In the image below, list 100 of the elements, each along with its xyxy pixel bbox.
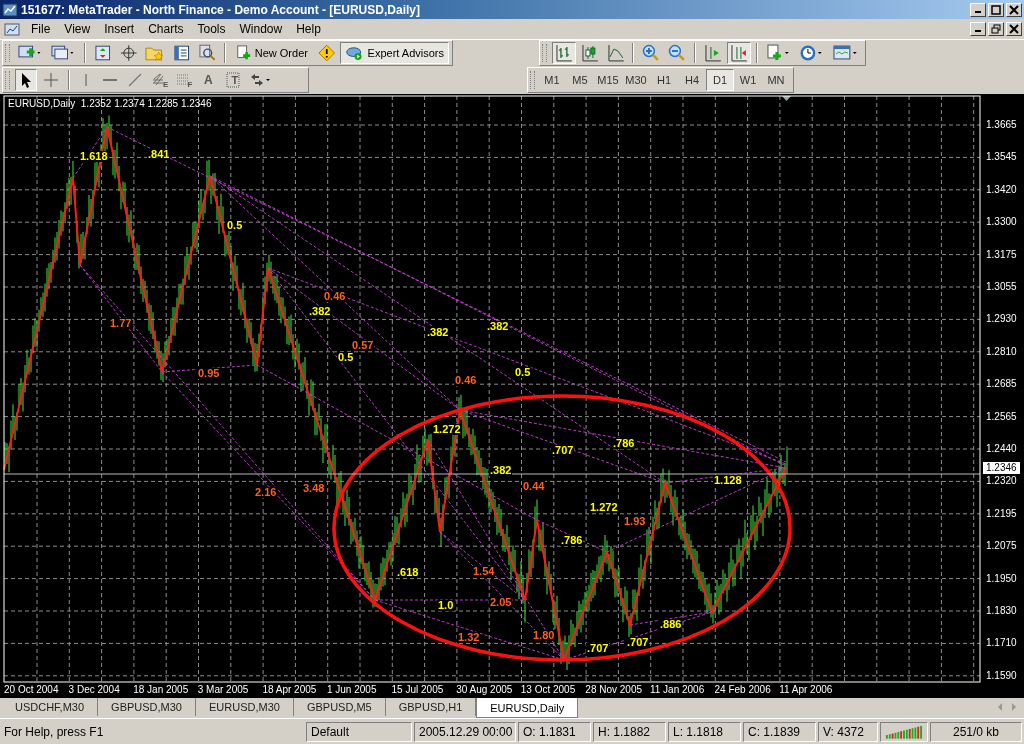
chart-tab[interactable]: EURUSD,Daily [476, 698, 579, 718]
price-axis-label: 1.2075 [986, 539, 1017, 554]
restore-button[interactable] [988, 22, 1004, 36]
status-close: C: 1.1839 [743, 722, 816, 742]
minimize-icon [975, 30, 981, 32]
status-high: H: 1.1882 [593, 722, 666, 742]
chart-tab[interactable]: USDCHF,M30 [2, 698, 99, 716]
ratio-label: 0.5 [514, 367, 532, 378]
ratio-label: 0.5 [337, 352, 355, 363]
restore-icon [991, 24, 1001, 34]
ratio-label: 0.46 [454, 375, 478, 386]
date-axis-label: 13 Oct 2005 [520, 683, 577, 697]
document-plus-icon [235, 44, 252, 62]
fibo-e-tool-button[interactable]: E [149, 69, 172, 91]
ratio-label: .841 [147, 149, 171, 160]
date-axis-label: 15 Jul 2005 [391, 683, 445, 697]
menu-item[interactable]: Help [289, 22, 328, 36]
window-title: 151677: MetaTrader - North Finance - Demo Account - [EURUSD,Daily] [21, 2, 420, 17]
period-button[interactable]: H1 [650, 69, 678, 91]
ratio-label: 2.05 [489, 597, 513, 608]
chart-tab[interactable]: EURUSD,M30 [196, 698, 294, 716]
price-axis-label: 1.2320 [986, 474, 1017, 489]
period-button[interactable]: D1 [706, 69, 734, 91]
connection-bars-icon [885, 725, 923, 739]
fibo-f-tool-button[interactable]: F [173, 69, 196, 91]
date-axis-label: 18 Apr 2005 [262, 683, 318, 697]
chart-shift-marker-icon [782, 96, 791, 101]
bar-chart-button[interactable] [551, 42, 576, 64]
menu-item[interactable]: File [24, 22, 58, 36]
ratio-label: 1.54 [472, 566, 496, 577]
trendline-icon [126, 71, 144, 89]
price-axis-label: 1.3420 [986, 182, 1017, 197]
minimize-button[interactable] [970, 22, 986, 36]
new-order-button[interactable]: New Order [230, 42, 313, 64]
ratio-label: 0.46 [323, 291, 347, 302]
current-price-tag: 1.2346 [983, 462, 1020, 474]
menu-item[interactable]: Window [232, 22, 290, 36]
period-button[interactable]: H4 [678, 69, 706, 91]
date-axis-label: 3 Dec 2004 [68, 683, 121, 697]
status-volume: V: 4372 [818, 722, 878, 742]
status-profile: Default [306, 722, 412, 742]
ratio-label: .707 [551, 445, 575, 456]
date-axis-label: 28 Nov 2005 [585, 683, 644, 697]
maximize-icon [991, 4, 1001, 15]
close-button[interactable] [1006, 2, 1022, 17]
dotted-frame-icon [226, 71, 241, 89]
price-axis-label: 1.1590 [986, 668, 1017, 683]
minimize-button[interactable] [970, 2, 986, 17]
price-axis-label: 1.2930 [986, 312, 1017, 327]
crosshair-icon [42, 71, 60, 89]
period-button[interactable]: M30 [622, 69, 650, 91]
menu-item[interactable]: View [57, 22, 98, 36]
maximize-button[interactable] [988, 2, 1004, 17]
minimize-icon [975, 10, 981, 13]
menu-item[interactable]: Tools [190, 22, 233, 36]
ratio-label: 1.32 [457, 632, 481, 643]
status-traffic: 251/0 kb [930, 722, 1022, 742]
ratio-label: 1.128 [713, 475, 743, 486]
ratio-label: .707 [626, 637, 650, 648]
ratio-label: .786 [612, 438, 636, 449]
close-button[interactable] [1006, 22, 1022, 36]
status-time: 2005.12.29 00:00 [414, 722, 516, 742]
text-label-tool-button[interactable]: T [221, 69, 244, 91]
date-axis-label: 11 Apr 2006 [779, 683, 834, 697]
ratio-label: 1.272 [432, 424, 462, 435]
hat-play-icon [345, 44, 365, 62]
price-axis-label: 1.1950 [986, 571, 1017, 586]
ratio-label: .382 [486, 321, 510, 332]
chart-shift-button[interactable] [726, 42, 751, 64]
chart-tab[interactable]: GBPUSD,M30 [98, 698, 196, 716]
text-tool-button[interactable]: A [197, 69, 220, 91]
menu-item[interactable]: Insert [97, 22, 142, 36]
cursor-tool-button[interactable] [15, 69, 37, 91]
price-axis-label: 1.2440 [986, 442, 1017, 456]
ratio-label: 1.77 [109, 318, 133, 329]
ratio-label: .786 [560, 535, 584, 546]
ratio-label: 3.48 [302, 483, 326, 494]
date-axis-label: 11 Jan 2006 [649, 683, 706, 697]
ratio-label: .382 [426, 327, 450, 338]
status-low: L: 1.1818 [668, 722, 741, 742]
price-axis-label: 1.3175 [986, 247, 1017, 262]
horizontal-line-icon [103, 79, 117, 81]
price-axis-label: 1.2565 [986, 409, 1017, 424]
period-button[interactable]: M1 [538, 69, 566, 91]
period-button[interactable]: W1 [734, 69, 762, 91]
ratio-label: 0.44 [522, 481, 546, 492]
period-button[interactable]: M15 [594, 69, 622, 91]
chart-tab[interactable]: GBPUSD,M5 [293, 698, 386, 716]
chart-window-icon [4, 21, 20, 37]
price-axis-label: 1.2685 [986, 377, 1017, 392]
date-axis-label: 20 Oct 2004 [4, 683, 60, 697]
ratio-label: 1.0 [437, 600, 455, 611]
expert-advisors-button[interactable]: Expert Advisors [340, 42, 449, 64]
date-axis-label: 30 Aug 2005 [456, 683, 514, 697]
menu-item[interactable]: Charts [141, 22, 191, 36]
period-button[interactable]: MN [762, 69, 790, 91]
date-axis-label: 24 Feb 2006 [714, 683, 772, 697]
period-button[interactable]: M5 [566, 69, 594, 91]
app-icon [2, 1, 18, 18]
ratio-label: 0.95 [197, 368, 221, 379]
